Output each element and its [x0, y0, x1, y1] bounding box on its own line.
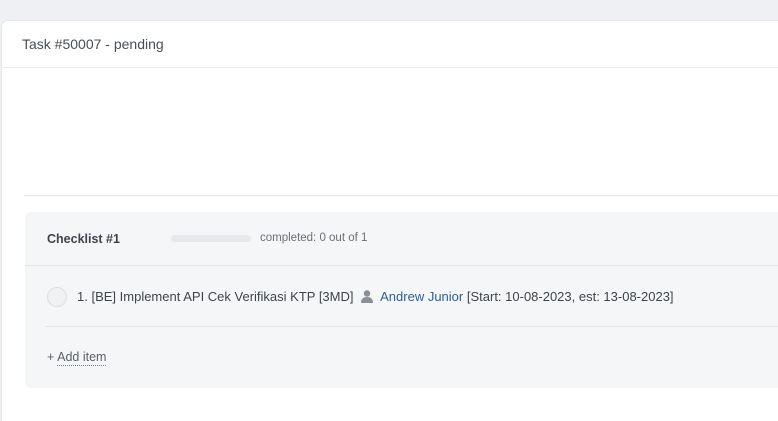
item-checkbox[interactable] [47, 287, 67, 307]
user-icon [361, 290, 374, 303]
checklist-header: Checklist #1 completed: 0 out of 1 [25, 212, 778, 266]
add-item-button[interactable]: + Add item [47, 350, 107, 366]
task-title: Task #50007 - pending [22, 36, 164, 52]
checklist-progress-text: completed: 0 out of 1 [260, 232, 368, 244]
item-number: 1. [77, 289, 88, 304]
checklist-title: Checklist #1 [47, 232, 120, 246]
content-divider [24, 195, 778, 196]
add-item-label: Add item [57, 350, 107, 366]
item-dates: [Start: 10-08-2023, est: 13-08-2023] [466, 289, 674, 304]
task-card: Task #50007 - pending Checklist #1 compl… [2, 21, 778, 421]
assignee-link[interactable]: Andrew Junior [380, 289, 463, 304]
item-content: 1. [BE] Implement API Cek Verifikasi KTP… [77, 289, 674, 304]
item-label: [BE] Implement API Cek Verifikasi KTP [3… [91, 289, 354, 304]
checklist-item: 1. [BE] Implement API Cek Verifikasi KTP… [45, 267, 778, 327]
add-item-plus: + [47, 350, 55, 364]
task-header: Task #50007 - pending [2, 21, 778, 68]
checklist-panel: Checklist #1 completed: 0 out of 1 1. [B… [25, 212, 778, 388]
checklist-progress-bar [171, 235, 251, 242]
